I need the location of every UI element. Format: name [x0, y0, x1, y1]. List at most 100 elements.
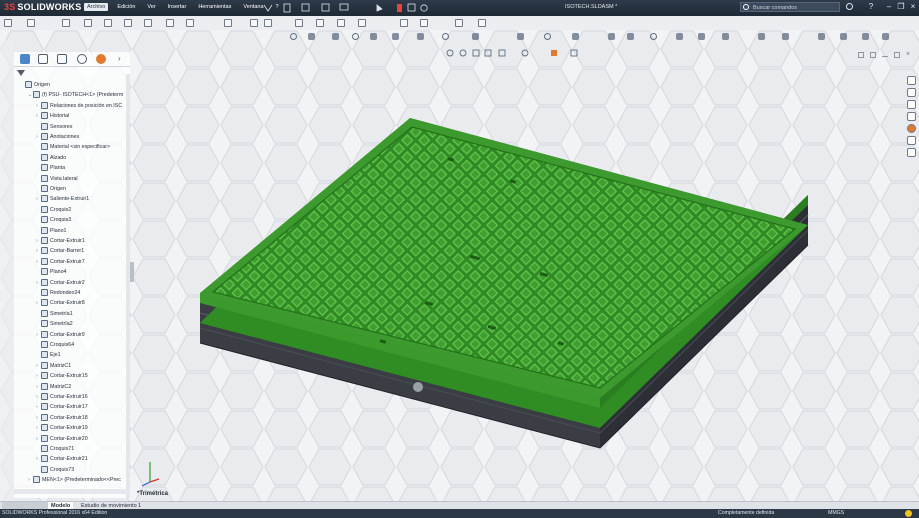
options-gear-icon[interactable]: [420, 4, 428, 12]
tree-item[interactable]: › Relaciones de posición en ISC: [36, 101, 122, 111]
appearance-sphere-icon[interactable]: [521, 49, 529, 57]
search-commands-input[interactable]: Buscar comandos: [740, 2, 840, 12]
scene-icon[interactable]: [551, 50, 557, 56]
tree-item[interactable]: Simetría2: [36, 319, 73, 329]
menu-archivo[interactable]: Archivo: [84, 3, 109, 11]
tree-item[interactable]: Origen: [36, 184, 66, 194]
shadows-icon[interactable]: [676, 33, 683, 40]
circle-icon[interactable]: [124, 19, 132, 27]
convert-entities-icon[interactable]: [316, 19, 324, 27]
standard-views-icon[interactable]: [572, 33, 579, 40]
viewport-restore-button[interactable]: [894, 52, 900, 58]
smart-dimension-icon[interactable]: [4, 19, 12, 27]
feature-tree-scrollbar[interactable]: [126, 74, 130, 498]
status-units[interactable]: MMGS: [828, 509, 844, 518]
fillet-sketch-icon[interactable]: [224, 19, 232, 27]
linear-pattern-icon[interactable]: [400, 19, 408, 27]
tree-item[interactable]: Eje1: [36, 350, 61, 360]
spline-icon[interactable]: [166, 19, 174, 27]
tree-item[interactable]: › Cortar-Extruir9: [36, 330, 85, 340]
zoom-to-fit-icon[interactable]: [290, 33, 297, 40]
display-style-icon[interactable]: [392, 33, 399, 40]
tree-item[interactable]: › Cortar-Extruir8: [36, 298, 85, 308]
assembly-xpert-icon[interactable]: [758, 33, 765, 40]
dimxpert-tab-icon[interactable]: [77, 54, 87, 64]
new-document-icon[interactable]: [283, 3, 291, 13]
camera-icon[interactable]: [722, 33, 729, 40]
hide-show-items-icon[interactable]: [417, 33, 424, 40]
zoom-area-icon[interactable]: [308, 33, 315, 40]
tree-item[interactable]: › Cortar-Extruir2: [36, 278, 85, 288]
tree-item[interactable]: › Cortar-Barrer1: [36, 246, 84, 256]
trim-icon[interactable]: [295, 19, 303, 27]
tree-item[interactable]: › Anotaciones: [36, 132, 79, 142]
display-pane-icon[interactable]: [570, 49, 578, 57]
view-settings-icon[interactable]: [517, 33, 524, 40]
viewport-minimize-button[interactable]: [882, 52, 888, 57]
cartoon-icon[interactable]: [698, 33, 705, 40]
design-library-icon[interactable]: [907, 88, 916, 97]
search-go-icon[interactable]: [846, 3, 853, 10]
zoom-in-icon[interactable]: [446, 49, 454, 57]
tree-item[interactable]: Croquis73: [36, 465, 74, 475]
solidworks-logo[interactable]: 3S SOLIDWORKS: [4, 2, 81, 12]
tree-item[interactable]: › Cortar-Extruir21: [36, 454, 88, 464]
file-explorer-icon[interactable]: [907, 100, 916, 109]
wireframe-icon[interactable]: [498, 49, 506, 57]
tree-item[interactable]: Simetría1: [36, 309, 73, 319]
close-button[interactable]: ×: [908, 2, 918, 12]
panel-resize-handle[interactable]: [130, 262, 134, 282]
pan-icon[interactable]: [472, 49, 480, 57]
print-icon[interactable]: [339, 3, 349, 11]
tree-item[interactable]: › Cortar-Extruir19: [36, 423, 88, 433]
mirror-entities-icon[interactable]: [358, 19, 366, 27]
tree-item[interactable]: Croquis71: [36, 444, 74, 454]
save-icon[interactable]: [321, 3, 330, 12]
forum-icon[interactable]: [907, 148, 916, 157]
feature-manager-tab-icon[interactable]: [20, 54, 30, 64]
line-icon[interactable]: [62, 19, 70, 27]
tree-item[interactable]: Material <sin especificar>: [36, 142, 110, 152]
tree-item[interactable]: Sensores: [36, 122, 72, 132]
rectangle-icon[interactable]: [84, 19, 92, 27]
offset-icon[interactable]: [337, 19, 345, 27]
repair-sketch-icon[interactable]: [478, 19, 486, 27]
arc-icon[interactable]: [144, 19, 152, 27]
graphics-area[interactable]: [0, 30, 919, 501]
tree-item[interactable]: Croquis2: [36, 205, 71, 215]
property-manager-tab-icon[interactable]: [38, 54, 48, 64]
more-tabs-chevron-icon[interactable]: ›: [118, 54, 128, 64]
tree-item[interactable]: Croquis64: [36, 340, 74, 350]
file-properties-icon[interactable]: [407, 3, 416, 12]
tree-item[interactable]: › Cortar-Extruir18: [36, 413, 88, 423]
view-orientation-icon[interactable]: [370, 33, 377, 40]
tree-item[interactable]: Croquis3: [36, 215, 71, 225]
tree-item[interactable]: Vista lateral: [36, 174, 78, 184]
menu-herramientas[interactable]: Herramientas: [195, 3, 234, 11]
view-palette-icon[interactable]: [907, 112, 916, 121]
menu-ver[interactable]: Ver: [144, 3, 158, 11]
viewport-split-icon[interactable]: [858, 52, 864, 58]
move-entities-icon[interactable]: [420, 19, 428, 27]
tree-item[interactable]: › Cortar-Extruir7: [36, 257, 85, 267]
exploded-view-icon[interactable]: [818, 33, 825, 40]
zoom-out-icon[interactable]: [459, 49, 467, 57]
tree-item[interactable]: › MEN<1> (Predeterminado<<Prec: [28, 475, 121, 485]
display-relations-icon[interactable]: [455, 19, 463, 27]
tree-item[interactable]: › Historial: [36, 111, 69, 121]
menu-insertar[interactable]: Insertar: [165, 3, 190, 11]
tree-item[interactable]: Plano1: [36, 226, 67, 236]
rotate-view-icon[interactable]: [544, 33, 551, 40]
filter-icon[interactable]: [17, 70, 25, 76]
text-icon[interactable]: [250, 19, 258, 27]
tree-item[interactable]: Redondeo24: [36, 288, 80, 298]
viewport-tile-icon[interactable]: [870, 52, 876, 58]
instant3d-icon[interactable]: [782, 33, 789, 40]
interference-icon[interactable]: [840, 33, 847, 40]
roll-view-icon[interactable]: [484, 49, 492, 57]
sketch-tool-icon[interactable]: [27, 19, 35, 27]
mate-icon[interactable]: [862, 33, 869, 40]
pin-icon[interactable]: [263, 4, 273, 12]
tree-item[interactable]: Plano4: [36, 267, 67, 277]
appearances-icon[interactable]: [907, 124, 916, 133]
